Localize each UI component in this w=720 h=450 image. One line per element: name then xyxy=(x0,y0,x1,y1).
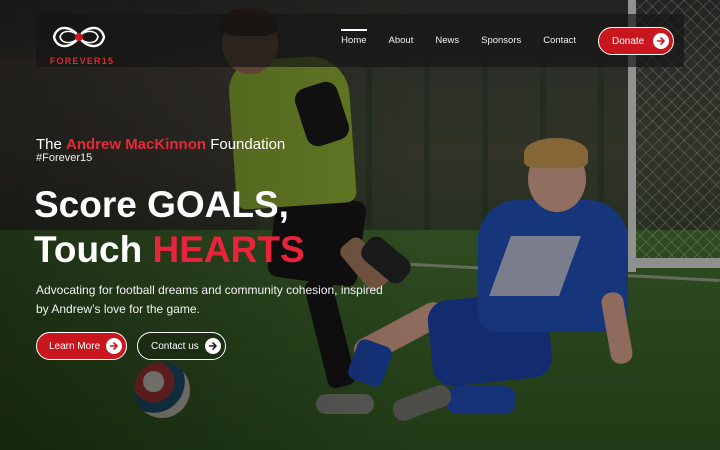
logo-wordmark: FOREVER15 xyxy=(49,56,115,66)
tagline-suffix: Foundation xyxy=(206,136,286,153)
donate-button[interactable]: Donate xyxy=(598,27,674,55)
headline-line-1: Score GOALS, xyxy=(34,184,289,225)
tagline-name: Andrew MacKinnon xyxy=(66,136,207,153)
nav-contact[interactable]: Contact xyxy=(543,35,576,46)
nav-about[interactable]: About xyxy=(389,35,414,46)
headline-highlight: HEARTS xyxy=(152,229,305,270)
headline-line-2-prefix: Touch xyxy=(34,229,153,270)
nav-sponsors[interactable]: Sponsors xyxy=(481,35,521,46)
foundation-tagline: The Andrew MacKinnon Foundation xyxy=(36,136,285,153)
top-navbar: FOREVER15 Home About News Sponsors Conta… xyxy=(36,14,684,67)
nav-news[interactable]: News xyxy=(435,35,459,46)
contact-us-label: Contact us xyxy=(151,340,199,352)
donate-label: Donate xyxy=(612,35,645,47)
hero-headline: Score GOALS, Touch HEARTS xyxy=(34,182,305,272)
site-logo[interactable]: FOREVER15 xyxy=(45,18,113,66)
arrow-right-icon xyxy=(106,338,122,354)
arrow-right-icon xyxy=(653,33,669,49)
hashtag: #Forever15 xyxy=(36,152,93,164)
learn-more-label: Learn More xyxy=(49,340,101,352)
tagline-prefix: The xyxy=(36,136,67,153)
hero-description: Advocating for football dreams and commu… xyxy=(36,283,383,316)
main-nav: Home About News Sponsors Contact xyxy=(341,14,576,67)
contact-us-button[interactable]: Contact us xyxy=(137,332,226,360)
infinity-15-logo-icon xyxy=(52,26,106,48)
headline-line-2: Touch HEARTS xyxy=(34,227,305,272)
arrow-right-icon xyxy=(205,338,221,354)
learn-more-button[interactable]: Learn More xyxy=(36,332,127,360)
nav-home[interactable]: Home xyxy=(341,29,367,46)
